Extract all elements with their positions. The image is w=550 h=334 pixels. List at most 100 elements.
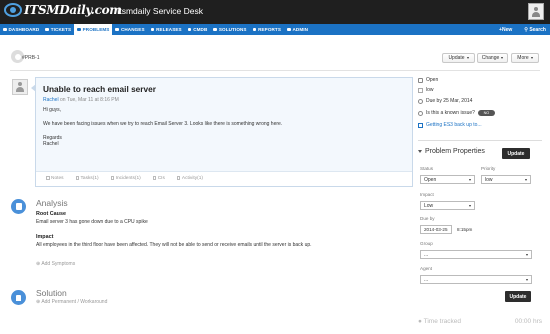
ticket-tab-3[interactable]: CIs	[152, 176, 165, 182]
priority-label: Priority	[481, 166, 496, 171]
main-nav: DASHBOARD TICKETS PROBLEMS CHANGES RELEASES C…	[0, 24, 550, 35]
tab-icon	[75, 176, 80, 180]
more-dropdown-button[interactable]: More	[511, 53, 539, 63]
add-permanent-label: Add Permanent / Workaround	[41, 299, 108, 305]
nav-item-admin[interactable]: ADMIN	[284, 24, 311, 35]
tickets-icon	[45, 27, 49, 32]
known-issue-text: Is this a known issue?	[426, 110, 475, 116]
status-summary-text: Open	[426, 77, 439, 83]
agent-select[interactable]: ...	[420, 275, 532, 284]
root-cause-text[interactable]: Email server 3 has gone down due to a CP…	[36, 219, 148, 225]
nav-item-label: SOLUTIONS	[218, 27, 247, 32]
app-title: Itsmdaily Service Desk	[117, 6, 203, 16]
add-permanent-link[interactable]: ⊕ Add Permanent / Workaround	[36, 299, 107, 305]
status-icon	[418, 77, 423, 83]
search-button[interactable]: ⚲ Search	[524, 27, 546, 33]
due-date-input[interactable]: 2014-03-25	[420, 225, 452, 234]
nav-item-problems[interactable]: PROBLEMS	[74, 24, 113, 35]
group-select[interactable]: ...	[420, 250, 532, 259]
related-ticket-link[interactable]: Getting ES3 back up to...	[426, 122, 482, 128]
chevron-down-icon	[501, 57, 504, 59]
due-by-label: Due by	[420, 216, 435, 221]
solution-thumbs-up-icon	[11, 290, 26, 305]
nav-item-label: REPORTS	[258, 27, 281, 32]
tab-icon	[110, 176, 115, 180]
nav-item-label: CMDB	[193, 27, 208, 32]
requester-link[interactable]: Rachel	[43, 97, 59, 103]
nav-item-label: PROBLEMS	[82, 27, 110, 32]
change-dropdown-button[interactable]: Change	[477, 53, 508, 63]
ticket-tab-4[interactable]: Activity(1)	[176, 176, 203, 182]
time-tracked-value: 00:00 hrs	[514, 318, 542, 325]
status-select[interactable]: Open	[420, 175, 475, 184]
due-time-input[interactable]: 8:15pm	[454, 225, 480, 234]
ticket-description: Unable to reach email server Rachel on T…	[31, 77, 413, 187]
ticket-line: Rachel	[43, 141, 59, 147]
ticket-line: Hi guys,	[43, 107, 62, 113]
new-button[interactable]: +New	[499, 27, 512, 33]
impact-field-label: Impact	[420, 192, 434, 197]
time-tracked-label[interactable]: ● Time tracked	[418, 318, 461, 325]
due-time-value: 8:15pm	[457, 227, 473, 232]
tab-icon	[152, 176, 157, 180]
status-summary: Open	[418, 77, 438, 83]
status-label: Status	[420, 166, 434, 171]
impact-text[interactable]: All employees in the third floor have be…	[36, 242, 312, 248]
analysis-title: Analysis	[36, 198, 68, 208]
ticket-tab-label: Tasks(1)	[80, 176, 99, 182]
known-issue-row: Is this a known issue? NO	[418, 110, 495, 116]
impact-select[interactable]: Low	[420, 201, 475, 210]
solution-title: Solution	[36, 288, 67, 298]
cmdb-icon	[187, 27, 192, 32]
nav-item-cmdb[interactable]: CMDB	[185, 24, 211, 35]
ticket-tab-label: Notes	[51, 176, 64, 182]
user-icon	[16, 82, 24, 92]
update-dropdown-button[interactable]: Update	[442, 53, 475, 63]
properties-update-button[interactable]: Update	[502, 148, 530, 159]
ticket-subject: Unable to reach email server	[43, 84, 156, 94]
nav-item-label: TICKETS	[50, 27, 72, 32]
nav-item-label: CHANGES	[120, 27, 145, 32]
nav-item-label: ADMIN	[292, 27, 309, 32]
change-label: Change	[481, 55, 500, 61]
time-tracked-text: Time tracked	[423, 318, 461, 325]
more-label: More	[517, 55, 529, 61]
due-summary-text: Due by 25 Mar, 2014	[426, 98, 473, 104]
priority-icon	[418, 87, 423, 93]
known-issue-toggle[interactable]: NO	[477, 110, 495, 116]
nav-item-reports[interactable]: REPORTS	[250, 24, 284, 35]
related-link-row: Getting ES3 back up to...	[418, 122, 482, 128]
nav-item-label: RELEASES	[156, 27, 182, 32]
priority-summary: low	[418, 87, 434, 93]
ticket-tabs: Notes Tasks(1) Incidents(1) CIs Activity(1)	[36, 171, 412, 186]
nav-item-tickets[interactable]: TICKETS	[42, 24, 74, 35]
problem-properties-title[interactable]: Problem Properties	[418, 148, 485, 155]
ticket-tab-label: Incidents(1)	[115, 176, 141, 182]
add-symptoms-link[interactable]: ⊕ Add Symptoms	[36, 261, 75, 267]
ticket-tab-1[interactable]: Tasks(1)	[75, 176, 99, 182]
impact-value: Low	[424, 202, 434, 209]
priority-select[interactable]: low	[481, 175, 531, 184]
ticket-tab-0[interactable]: Notes	[46, 176, 64, 182]
root-cause-label: Root Cause	[36, 211, 66, 217]
nav-item-dashboard[interactable]: DASHBOARD	[0, 24, 42, 35]
logo[interactable]: ITSMDaily.com	[4, 3, 122, 17]
nav-item-solutions[interactable]: SOLUTIONS	[210, 24, 249, 35]
user-avatar[interactable]	[528, 3, 544, 20]
nav-items: DASHBOARD TICKETS PROBLEMS CHANGES RELEASES C…	[0, 24, 311, 35]
admin-icon	[287, 27, 291, 32]
nav-item-changes[interactable]: CHANGES	[112, 24, 147, 35]
ticket-date: on Tue, Mar 11 at 8:16 PM	[59, 97, 119, 103]
ticket-tab-2[interactable]: Incidents(1)	[110, 176, 141, 182]
ticket-text: Hi guys, We have been facing issues when…	[43, 107, 405, 147]
search-label: Search	[529, 26, 546, 33]
divider	[10, 70, 540, 71]
nav-right: +New ⚲ Search	[499, 24, 546, 35]
update-button[interactable]: Update	[505, 291, 531, 302]
impact-label: Impact	[36, 234, 54, 240]
requester-avatar	[12, 79, 28, 95]
clock-icon	[418, 98, 423, 104]
nav-item-releases[interactable]: RELEASES	[148, 24, 185, 35]
ticket-line: We have been facing issues when we try t…	[43, 121, 283, 127]
priority-summary-text: low	[426, 87, 434, 93]
